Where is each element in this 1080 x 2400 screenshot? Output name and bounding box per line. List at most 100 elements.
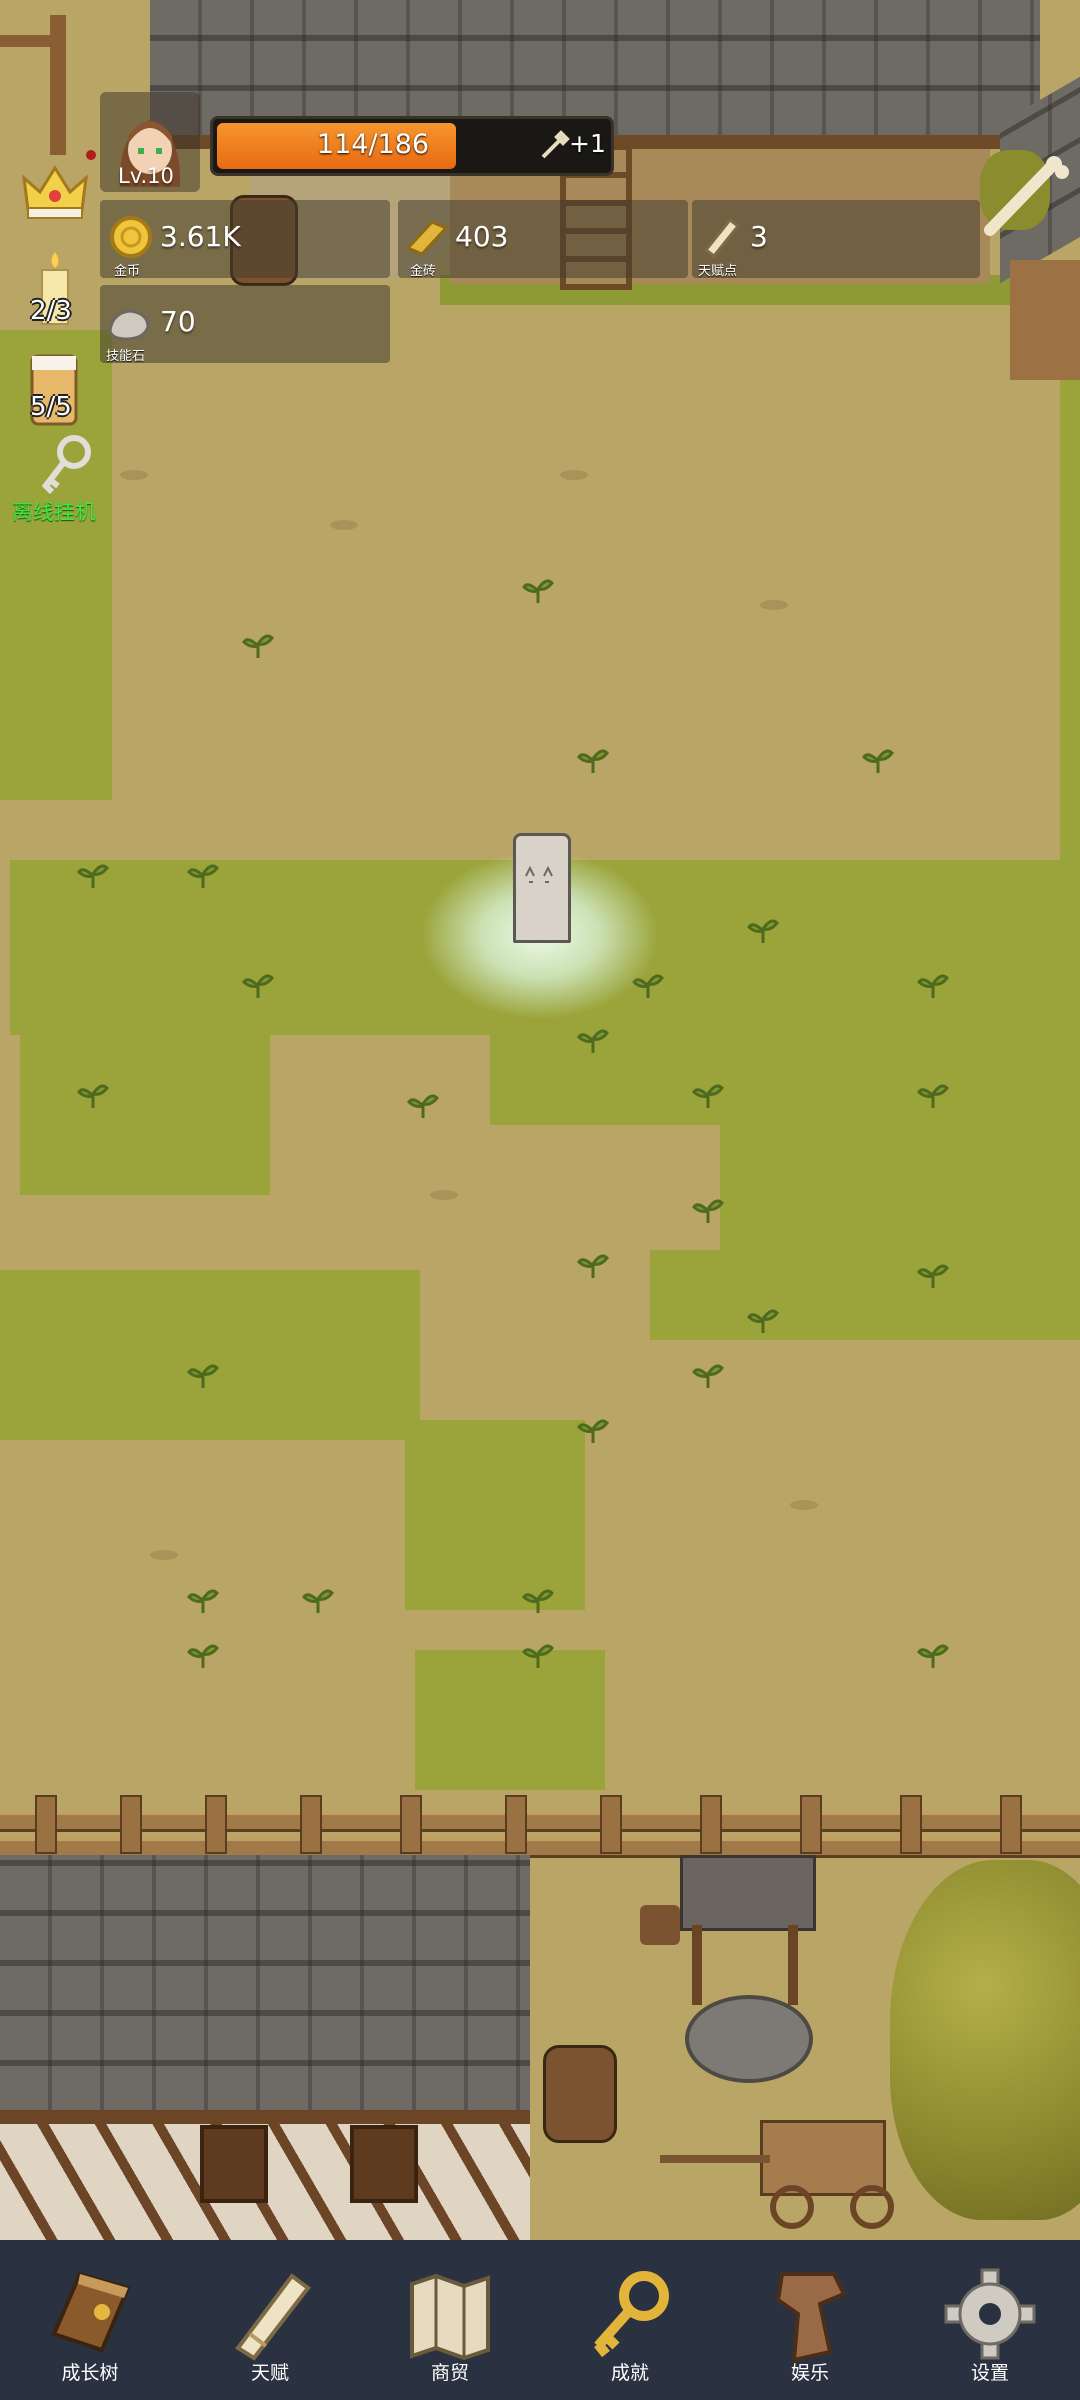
sprout-icon <box>522 1589 554 1613</box>
skill-stone-value: 70 <box>160 305 196 338</box>
sprout-icon <box>692 1364 724 1388</box>
sprout-icon <box>242 634 274 658</box>
hp-bar: 114/186 +1 <box>210 116 614 176</box>
talent-point-panel[interactable]: 3 天赋点 <box>692 200 980 279</box>
crown-icon[interactable] <box>20 160 90 222</box>
gold-panel[interactable]: 3.61K 金币 <box>100 200 390 279</box>
fence-post <box>700 1795 722 1854</box>
scroll-icon <box>703 217 741 258</box>
notification-dot <box>86 150 96 160</box>
well-post <box>788 1925 798 2005</box>
key-icon <box>594 2271 669 2358</box>
nav-label: 商贸 <box>430 2362 469 2384</box>
sprout-icon <box>522 579 554 603</box>
bottom-nav: 成长树 天赋 商贸 成就 娱乐 设置 <box>0 2240 1080 2400</box>
fence-post <box>600 1795 622 1854</box>
player-level: Lv.10 <box>118 164 174 188</box>
nav-label: 成长树 <box>61 2362 119 2384</box>
gold-label: 金币 <box>114 264 141 279</box>
parchment-icon <box>775 2272 847 2363</box>
sprout-icon <box>577 1419 609 1443</box>
wooden-post <box>0 35 60 47</box>
grass-patch <box>405 1420 585 1610</box>
gold-brick-icon <box>405 220 449 256</box>
dirt-texture <box>430 1190 458 1200</box>
sprout-icon <box>917 1084 949 1108</box>
nav-achievement[interactable]: 成就 <box>540 2240 720 2400</box>
nav-talent[interactable]: 天赋 <box>180 2240 360 2400</box>
dirt-texture <box>330 520 358 530</box>
fence-post <box>35 1795 57 1854</box>
sprout-icon <box>862 749 894 773</box>
nav-label: 娱乐 <box>790 2362 829 2384</box>
sprout-icon <box>522 1644 554 1668</box>
sprout-icon <box>187 864 219 888</box>
nav-label: 成就 <box>610 2362 649 2384</box>
bucket <box>640 1905 680 1945</box>
sprout-icon <box>242 974 274 998</box>
well-post <box>692 1925 702 2005</box>
sword-icon <box>541 130 570 159</box>
sprout-icon <box>77 1084 109 1108</box>
cart-wheel <box>770 2185 814 2229</box>
sprout-icon <box>692 1084 724 1108</box>
hp-bonus: +1 <box>569 129 606 158</box>
sprout-icon <box>917 974 949 998</box>
fence-post <box>205 1795 227 1854</box>
hp-text: 114/186 <box>316 129 430 160</box>
grass-patch <box>415 1650 605 1790</box>
fence-post <box>800 1795 822 1854</box>
idle-label[interactable]: 离线挂机 <box>12 496 96 526</box>
fence-post <box>505 1795 527 1854</box>
fence-post <box>1000 1795 1022 1854</box>
side-wall <box>1010 260 1080 380</box>
nav-growth-tree[interactable]: 成长树 <box>0 2240 180 2400</box>
sprout-icon <box>747 919 779 943</box>
tree <box>890 1860 1080 2220</box>
dirt-texture <box>760 600 788 610</box>
skill-stone-label: 技能石 <box>106 349 146 364</box>
cart-wheel <box>850 2185 894 2229</box>
fence-post <box>300 1795 322 1854</box>
dirt-texture <box>120 470 148 480</box>
talent-point-label: 天赋点 <box>698 264 738 279</box>
nav-label: 设置 <box>970 2362 1009 2384</box>
fence-post <box>120 1795 142 1854</box>
sprout-icon <box>302 1589 334 1613</box>
skill-stone-panel[interactable]: 70 技能石 <box>100 285 390 364</box>
nav-trade[interactable]: 商贸 <box>360 2240 540 2400</box>
grass-patch <box>20 1035 270 1195</box>
grass-patch <box>650 1250 730 1340</box>
stone-tablet[interactable] <box>513 833 571 943</box>
nav-entertainment[interactable]: 娱乐 <box>720 2240 900 2400</box>
sprout-icon <box>407 1094 439 1118</box>
wooden-cart <box>660 2110 920 2230</box>
sprout-icon <box>187 1644 219 1668</box>
candle-count: 2/3 <box>30 296 72 326</box>
drink-count: 5/5 <box>30 392 72 422</box>
sprout-icon <box>187 1589 219 1613</box>
gold-coin-icon <box>110 216 152 258</box>
gold-brick-panel[interactable]: 403 金砖 <box>398 200 688 279</box>
cart-handle <box>660 2155 770 2163</box>
gold-value: 3.61K <box>160 220 241 253</box>
bone-icon[interactable] <box>980 150 1070 240</box>
sprout-icon <box>917 1264 949 1288</box>
map-icon <box>410 2273 490 2361</box>
nav-label: 天赋 <box>250 2362 289 2384</box>
sprout-icon <box>692 1199 724 1223</box>
nav-settings[interactable]: 设置 <box>900 2240 1080 2400</box>
sprout-icon <box>577 749 609 773</box>
dirt-texture <box>790 1500 818 1510</box>
dirt-texture <box>560 470 588 480</box>
gold-brick-value: 403 <box>455 220 509 253</box>
stone-icon <box>108 309 150 341</box>
sprout-icon <box>917 1644 949 1668</box>
talent-point-value: 3 <box>750 220 768 253</box>
grass-patch <box>0 1270 420 1440</box>
water-well[interactable] <box>640 1855 850 2085</box>
cat-face-icon <box>525 865 553 883</box>
gold-brick-label: 金砖 <box>410 264 437 279</box>
book-icon <box>51 2271 131 2353</box>
key-icon[interactable] <box>36 432 96 502</box>
